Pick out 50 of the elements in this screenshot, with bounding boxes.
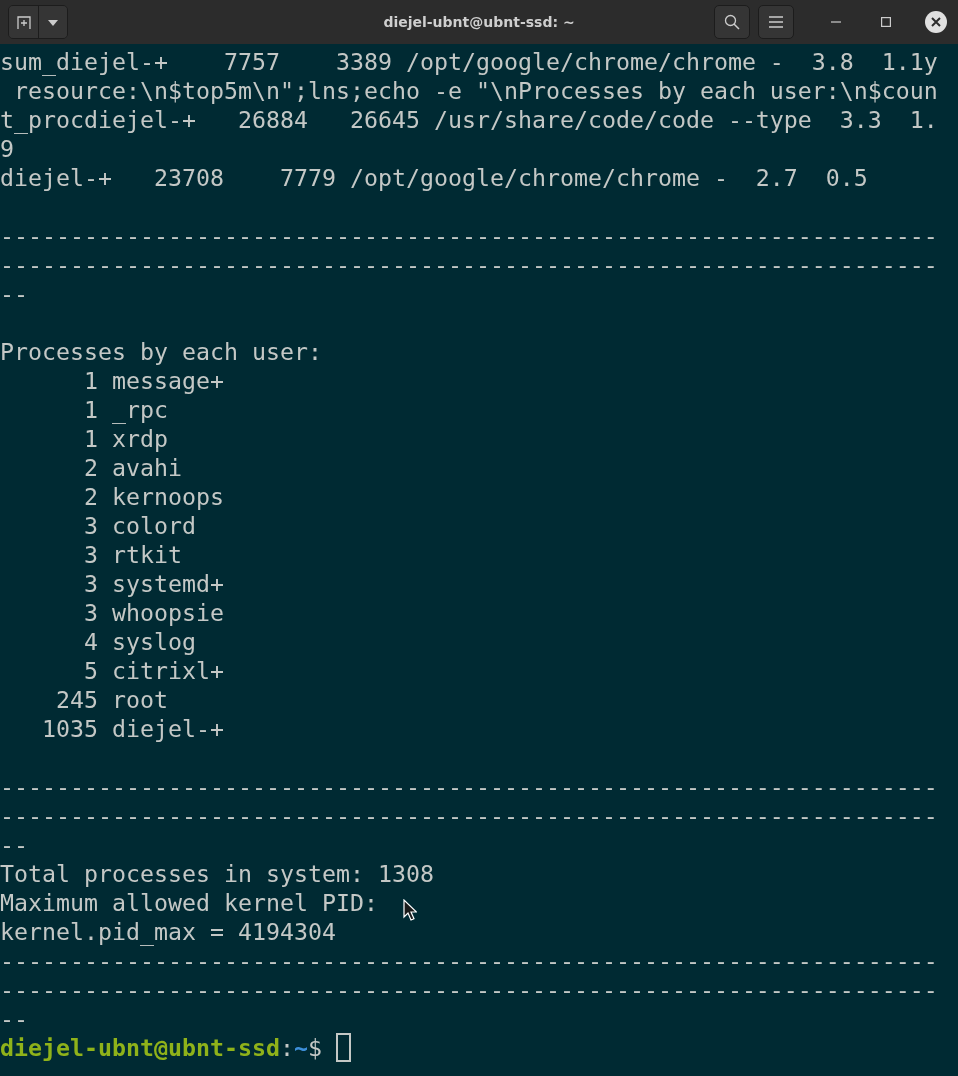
terminal-line: -- (0, 1004, 28, 1033)
terminal-line: ------------------------------------------------------------------- (0, 221, 938, 250)
terminal-line: 1 xrdp (83, 424, 168, 453)
terminal-line: 9 (0, 134, 14, 163)
dropdown-button[interactable] (38, 6, 67, 38)
menu-button[interactable] (758, 5, 794, 39)
terminal-line: -- (0, 830, 28, 859)
terminal-line: ------------------------------------------------------------------- (0, 801, 938, 830)
terminal-line: sum_diejel-+ 7757 3389 /opt/google/chrome/chrome - 3.8 1.1y (0, 47, 938, 76)
terminal-line: 4 syslog (83, 627, 196, 656)
terminal-line: 5 citrixl+ (83, 656, 224, 685)
prompt-user-host: diejel-ubnt@ubnt-ssd (0, 1033, 280, 1062)
terminal-line: 2 avahi (83, 453, 182, 482)
terminal-line: 1 _rpc (83, 395, 168, 424)
terminal-line: t_procdiejel-+ 26884 26645 /usr/share/code/code --type 3.3 1. (0, 105, 938, 134)
terminal-line: kernel.pid_max = 4194304 (0, 917, 336, 946)
window-title: diejel-ubnt@ubnt-ssd: ~ (383, 13, 575, 32)
terminal-line: 1035 diejel-+ (41, 714, 224, 743)
prompt-symbol: $ (307, 1033, 323, 1062)
terminal-line: ------------------------------------------------------------------- (0, 250, 938, 279)
terminal-line: ------------------------------------------------------------------- (0, 975, 938, 1004)
close-icon (925, 11, 947, 33)
mouse-pointer-icon (403, 899, 417, 921)
terminal-line: ------------------------------------------------------------------- (0, 772, 938, 801)
search-button[interactable] (714, 5, 750, 39)
new-tab-icon (16, 16, 31, 30)
terminal-line: 245 root (55, 685, 168, 714)
close-button[interactable] (922, 8, 950, 36)
search-icon (724, 14, 740, 30)
terminal-line: Processes by each user: (0, 337, 322, 366)
terminal-line: 3 whoopsie (83, 598, 224, 627)
terminal-line: resource:\n$top5m\n";lns;echo -e "\nProcesses by each user:\n$coun (13, 76, 938, 105)
terminal-line: Total processes in system: 1308 (0, 859, 434, 888)
terminal-line: 3 colord (83, 511, 196, 540)
terminal-line: ------------------------------------------------------------------- (0, 946, 938, 975)
terminal-line: 3 rtkit (83, 540, 182, 569)
terminal-line: 3 systemd+ (83, 569, 224, 598)
prompt-separator: : (279, 1033, 294, 1062)
minimize-icon (831, 21, 841, 23)
terminal-line: -- (0, 279, 28, 308)
menu-icon (769, 16, 783, 28)
terminal-line: Maximum allowed kernel PID: (0, 888, 378, 917)
maximize-icon (881, 17, 891, 27)
terminal-line: diejel-+ 23708 7779 /opt/google/chrome/chrome - 2.7 0.5 (0, 163, 868, 192)
terminal-line: 2 kernoops (83, 482, 224, 511)
prompt-path: ~ (293, 1033, 308, 1062)
new-tab-button[interactable] (9, 6, 38, 38)
text-cursor (335, 1033, 351, 1062)
caret-icon (48, 20, 58, 26)
terminal-line: 1 message+ (83, 366, 224, 395)
